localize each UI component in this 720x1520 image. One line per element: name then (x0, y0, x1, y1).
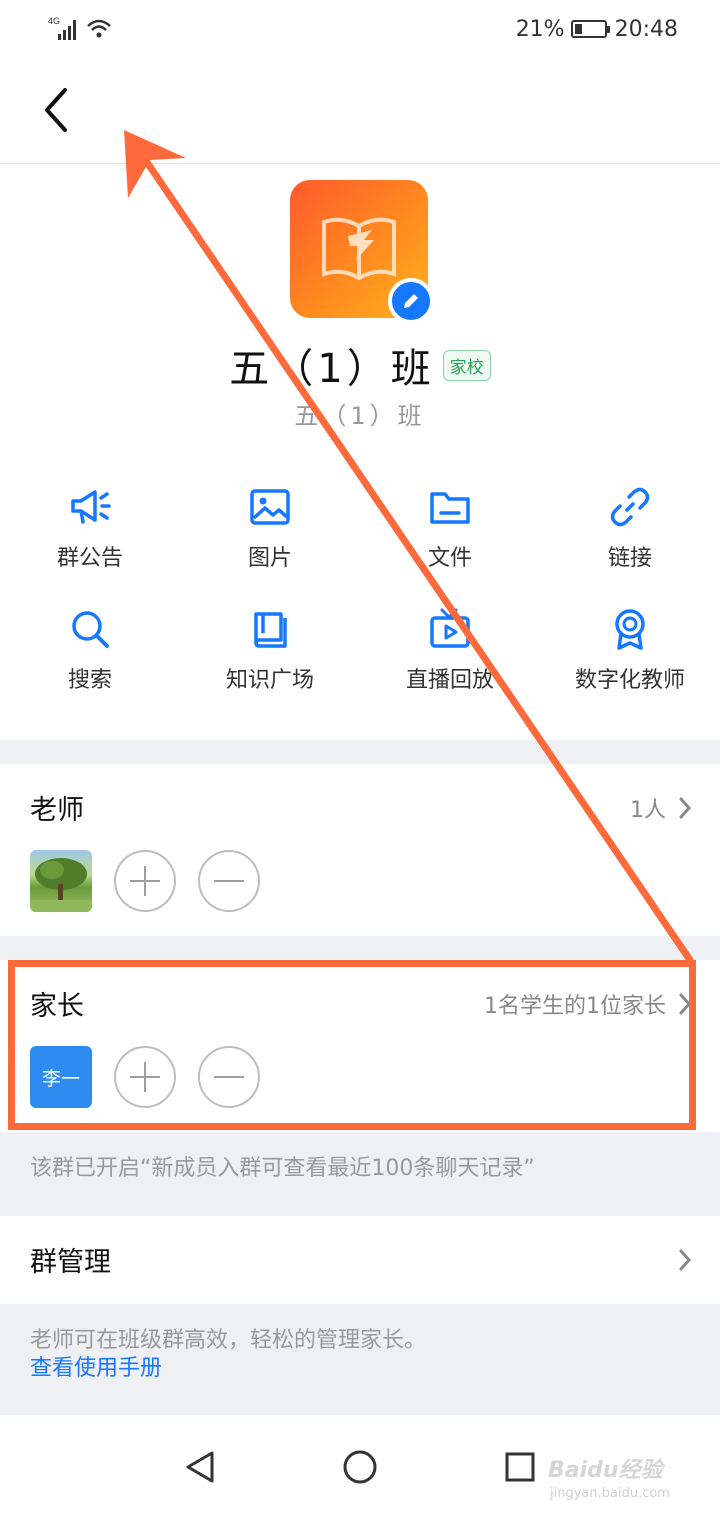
group-manage-footer: 老师可在班级群高效，轻松的管理家长。 查看使用手册 (0, 1304, 720, 1415)
square-recents-icon (505, 1452, 535, 1482)
tools-grid: 群公告 图片 文件 链接 搜索 知识广场 直播回放 数字化教师 (0, 480, 720, 710)
top-nav-bar (0, 58, 720, 164)
link-icon (610, 487, 650, 527)
group-name: 五（1）班 (229, 346, 435, 392)
group-header: 五（1）班 家校 五（1）班 (0, 164, 720, 454)
megaphone-icon (71, 490, 111, 524)
badge-icon (615, 609, 645, 650)
tool-images[interactable]: 图片 (180, 480, 360, 602)
status-right: 21% 20:48 (516, 14, 678, 44)
teachers-count: 1人 (630, 798, 666, 823)
teachers-count-link[interactable]: 1人 (630, 792, 692, 824)
book-stack-icon (254, 612, 287, 648)
system-home-button[interactable] (338, 1445, 382, 1489)
tool-label: 文件 (427, 546, 472, 571)
image-icon (250, 489, 290, 525)
tool-label: 知识广场 (225, 668, 314, 693)
tool-live-replay[interactable]: 直播回放 (360, 602, 540, 724)
triangle-back-icon (186, 1451, 214, 1483)
history-notice-area: 该群已开启“新成员入群可查看最近100条聊天记录” (0, 1132, 720, 1216)
group-title-row: 五（1）班 家校 (0, 336, 720, 394)
minus-icon (214, 880, 244, 882)
tool-label: 搜索 (67, 668, 112, 693)
annotation-highlight-box (8, 960, 696, 1130)
status-bar: 4G 21% 20:48 (0, 0, 720, 58)
tv-play-icon (430, 608, 470, 648)
pencil-icon (404, 294, 418, 308)
teachers-member-row (30, 850, 282, 912)
signal-wifi-icon: 4G (48, 16, 111, 40)
chevron-left-icon (45, 88, 67, 132)
group-avatar[interactable] (290, 180, 434, 324)
tool-label: 直播回放 (405, 668, 494, 693)
tool-label: 链接 (607, 546, 652, 571)
back-button[interactable] (30, 80, 82, 140)
group-type-tag: 家校 (442, 349, 491, 381)
manual-link[interactable]: 查看使用手册 (30, 1350, 162, 1382)
system-recents-button[interactable] (498, 1445, 542, 1489)
group-manage-row[interactable]: 群管理 (0, 1216, 720, 1304)
network-type-label: 4G (48, 16, 60, 26)
tool-files[interactable]: 文件 (360, 480, 540, 602)
history-notice: 该群已开启“新成员入群可查看最近100条聊天记录” (30, 1156, 535, 1181)
watermark-url: jingyan.baidu.com (550, 1486, 670, 1501)
tree-photo-icon (30, 858, 92, 912)
edit-avatar-button[interactable] (388, 278, 434, 324)
teachers-section: 老师 1人 (0, 764, 720, 936)
tool-label: 群公告 (56, 546, 123, 571)
teachers-title: 老师 (30, 795, 84, 826)
group-subname: 五（1）班 (294, 402, 426, 430)
plus-icon (130, 866, 160, 896)
tool-label: 图片 (247, 546, 292, 571)
clock: 20:48 (614, 16, 678, 42)
tool-search[interactable]: 搜索 (0, 602, 180, 724)
folder-icon (430, 492, 470, 524)
tool-label: 数字化教师 (574, 668, 685, 693)
section-divider (0, 936, 720, 960)
system-back-button[interactable] (178, 1445, 222, 1489)
section-divider (0, 740, 720, 764)
search-icon (72, 611, 109, 648)
tool-announcement[interactable]: 群公告 (0, 480, 180, 602)
add-teacher-button[interactable] (114, 850, 176, 912)
chevron-right-icon (679, 797, 692, 819)
tool-links[interactable]: 链接 (540, 480, 720, 602)
battery-icon (570, 20, 610, 38)
teacher-avatar[interactable] (30, 850, 92, 912)
battery-percent: 21% (515, 16, 565, 42)
tool-digital-teacher[interactable]: 数字化教师 (540, 602, 720, 724)
tool-knowledge-square[interactable]: 知识广场 (180, 602, 360, 724)
watermark-brand: Baidu经验 (548, 1458, 663, 1483)
remove-teacher-button[interactable] (198, 850, 260, 912)
system-nav-bar: Baidu经验 jingyan.baidu.com (0, 1415, 720, 1520)
circle-home-icon (343, 1450, 377, 1484)
group-manage-title: 群管理 (30, 1247, 111, 1278)
chevron-right-icon (679, 1249, 692, 1271)
